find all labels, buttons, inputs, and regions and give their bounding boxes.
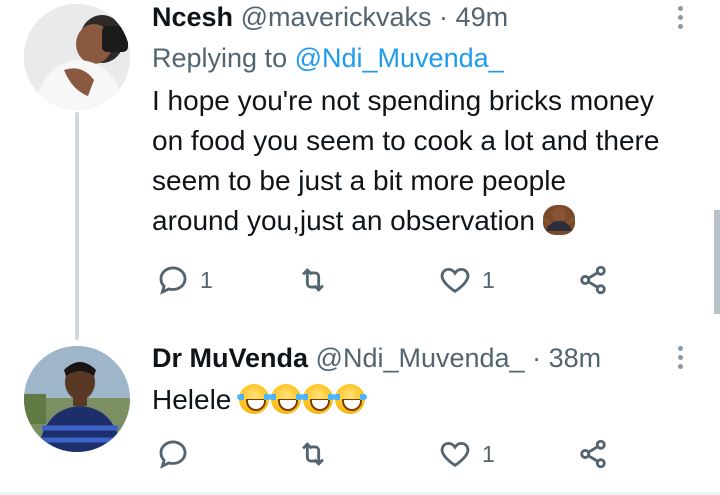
tweet-content: Dr MuVenda @Ndi_Muvenda_ · 38m Helele [152,340,660,420]
like-count: 1 [482,266,495,293]
timestamp[interactable]: 38m [549,343,602,373]
scrollbar-thumb[interactable] [714,210,720,314]
share-button[interactable] [576,436,610,472]
user-handle[interactable]: @maverickvaks [241,2,432,32]
avatar[interactable] [24,346,130,452]
tweet-text-content: I hope you're not spending bricks money … [152,85,660,236]
display-name[interactable]: Ncesh [152,2,233,32]
more-vertical-icon[interactable] [676,6,684,29]
user-handle[interactable]: @Ndi_Muvenda_ [316,343,525,373]
tears-of-joy-emoji [333,384,368,414]
more-vertical-icon[interactable] [676,346,684,369]
tears-of-joy-emoji [301,384,336,414]
heart-icon [440,267,470,293]
retweet-icon [302,268,324,292]
separator-dot: · [439,2,449,32]
separator-dot: · [532,343,542,373]
reply-button[interactable]: 1 [156,262,213,298]
reply-icon [159,440,187,469]
tweet-content: Ncesh @maverickvaks · 49m Replying to @N… [152,0,660,241]
retweet-button[interactable] [296,436,340,472]
share-button[interactable] [576,262,610,298]
thread-line [75,112,79,340]
timestamp[interactable]: 49m [456,2,509,32]
share-icon [580,265,606,295]
replying-to: Replying to @Ndi_Muvenda_ [152,42,660,74]
tweet-dr-muvenda[interactable]: Dr MuVenda @Ndi_Muvenda_ · 38m Helele 1 [0,340,720,495]
tweet-actions: 1 1 [152,262,622,298]
reply-button[interactable] [156,436,200,472]
tears-of-joy-emoji [269,384,304,414]
tweet-header: Dr MuVenda @Ndi_Muvenda_ · 38m [152,340,660,374]
replying-to-mention[interactable]: @Ndi_Muvenda_ [295,43,504,73]
replying-prefix: Replying to [152,43,288,73]
tweet-text-content: Helele [152,384,232,415]
retweet-icon [302,442,324,466]
tweet-ncesh[interactable]: Ncesh @maverickvaks · 49m Replying to @N… [0,0,720,340]
tweet-text: Helele [152,380,660,420]
avatar[interactable] [24,4,130,110]
tweet-text: I hope you're not spending bricks money … [152,81,660,241]
like-button[interactable]: 1 [438,436,495,472]
man-shrugging-emoji [542,205,575,235]
tears-of-joy-emoji [237,384,272,414]
retweet-button[interactable] [296,262,340,298]
share-icon [580,439,606,469]
like-button[interactable]: 1 [438,262,495,298]
like-count: 1 [482,440,495,467]
tweet-header: Ncesh @maverickvaks · 49m [152,0,660,33]
display-name[interactable]: Dr MuVenda [152,343,308,373]
reply-count: 1 [200,266,213,293]
reply-icon [159,266,187,295]
heart-icon [440,441,470,467]
tweet-actions: 1 [152,436,622,472]
